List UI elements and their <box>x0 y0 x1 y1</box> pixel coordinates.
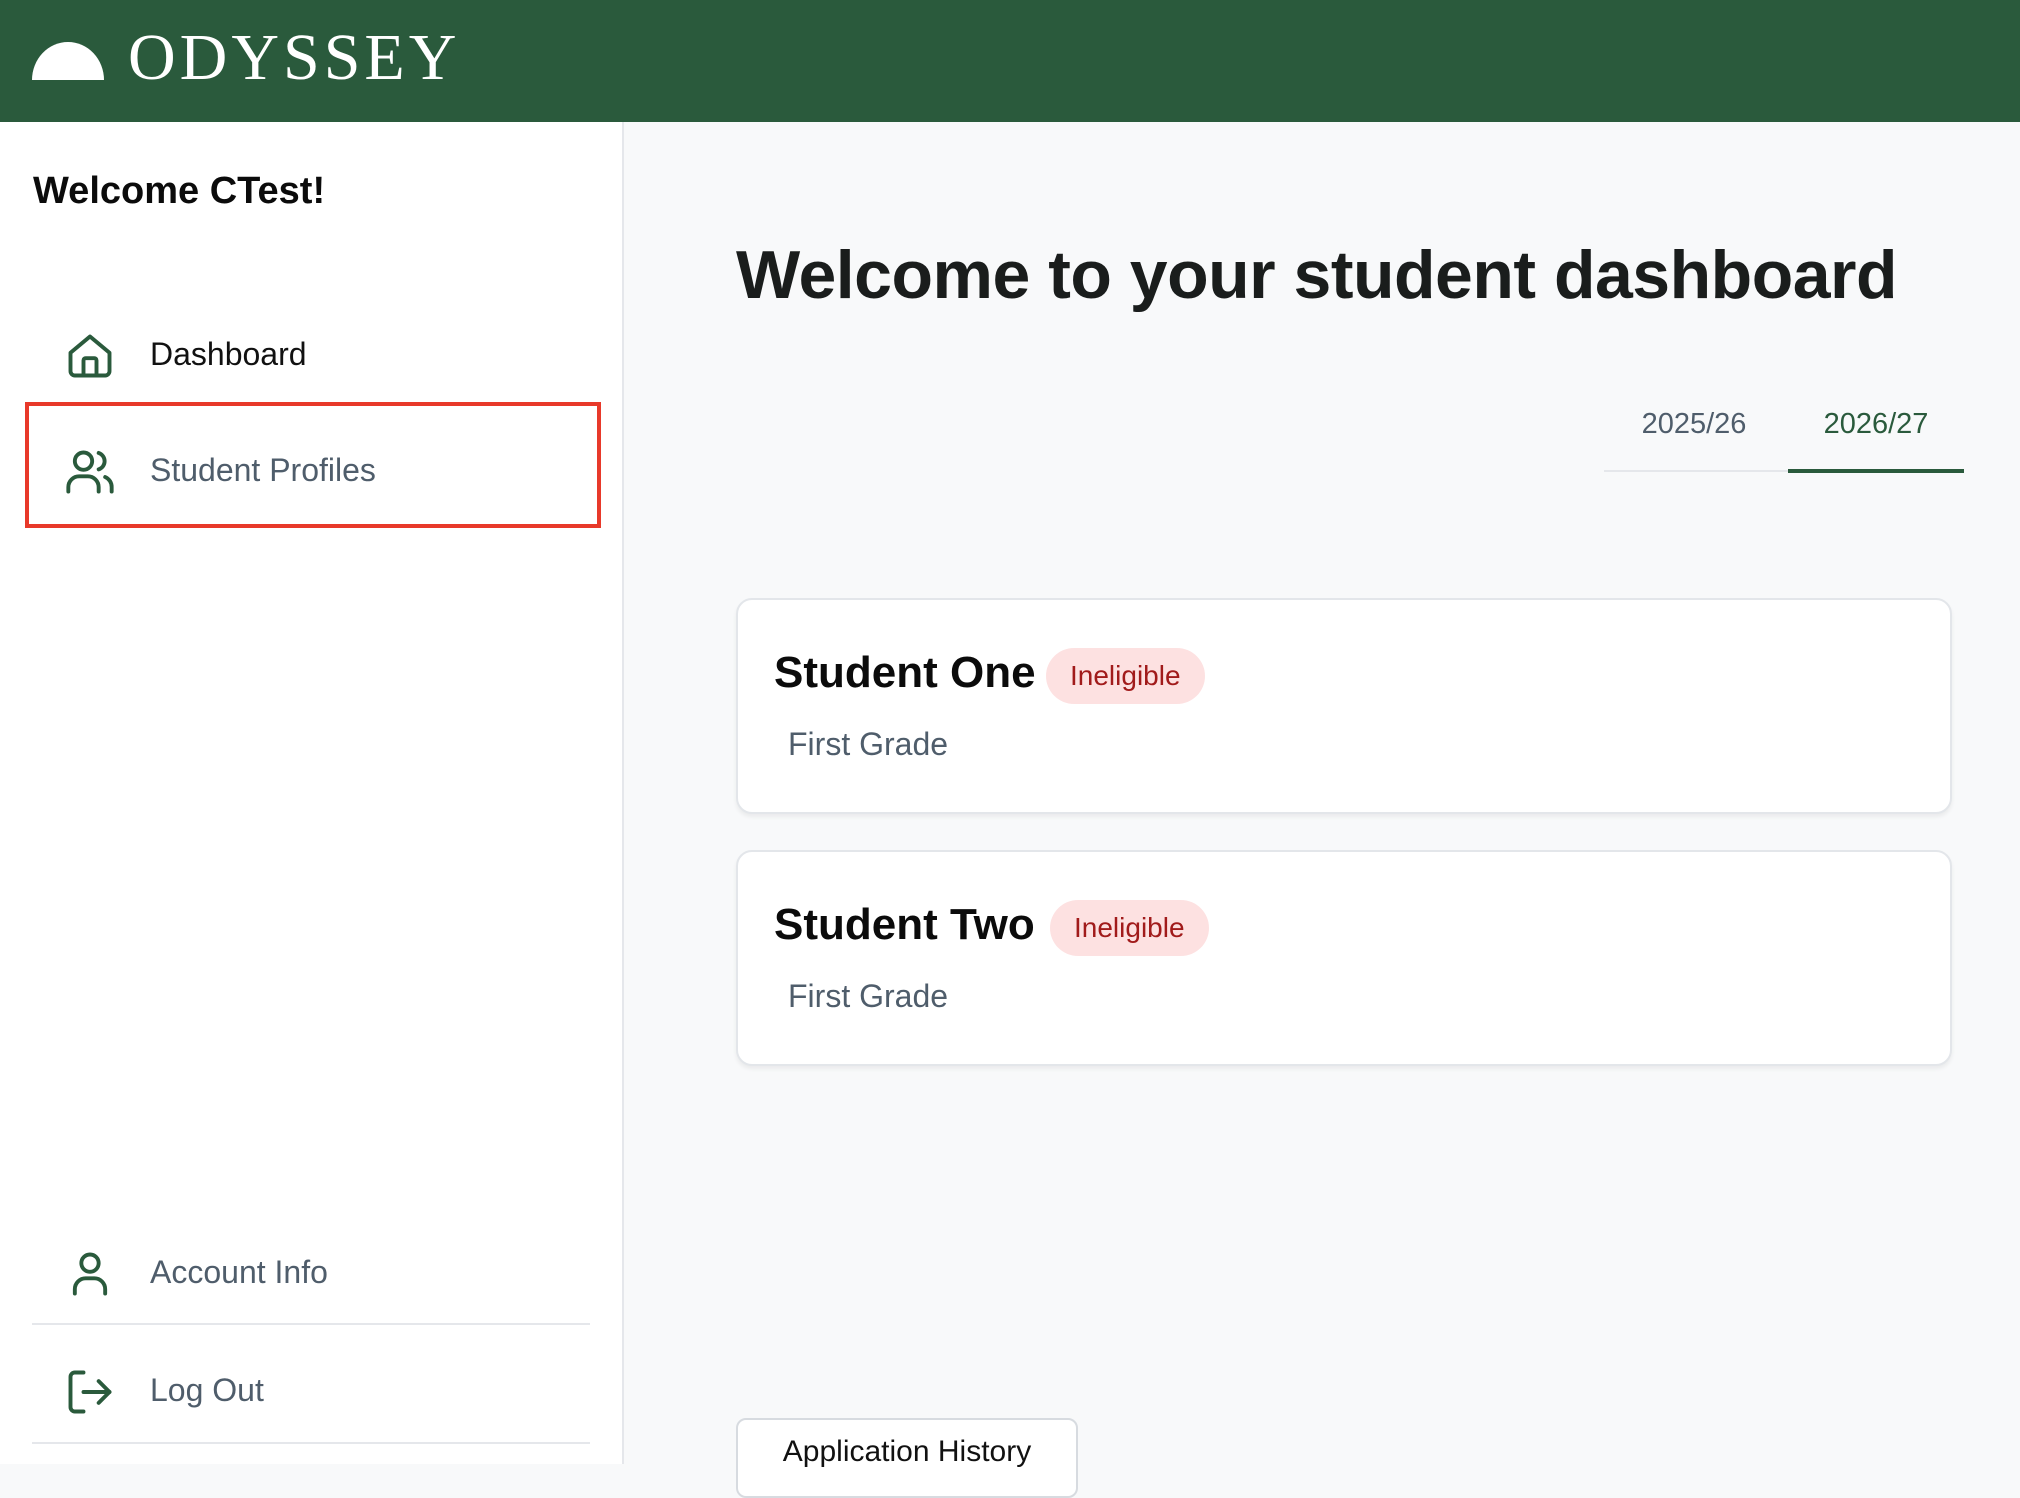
highlight-annotation-box <box>25 402 601 528</box>
home-icon <box>68 334 112 378</box>
student-name: Student One <box>774 648 1036 697</box>
tab-2025-26[interactable]: 2025/26 <box>1604 404 1784 468</box>
sidebar-item-label: Account Info <box>150 1254 328 1290</box>
status-badge: Ineligible <box>1050 900 1209 956</box>
active-tab-indicator <box>1788 469 1964 473</box>
tab-2026-27[interactable]: 2026/27 <box>1788 404 1964 468</box>
divider <box>32 1323 590 1325</box>
student-card[interactable]: Student Two Ineligible First Grade <box>736 850 1952 1066</box>
sidebar-item-label: Log Out <box>150 1372 264 1408</box>
user-icon <box>72 1252 108 1296</box>
sidebar-item-account-info[interactable]: Account Info <box>32 1214 592 1326</box>
welcome-message: Welcome CTest! <box>33 170 326 212</box>
brand-logo-text[interactable]: ODYSSEY <box>128 22 460 94</box>
student-grade: First Grade <box>788 726 949 762</box>
logo-dome-icon <box>32 42 104 80</box>
student-card[interactable]: Student One Ineligible First Grade <box>736 598 1952 814</box>
school-year-tabs: 2025/26 2026/27 <box>1604 396 1964 473</box>
student-grade: First Grade <box>788 978 949 1014</box>
logout-icon <box>68 1370 112 1414</box>
status-badge: Ineligible <box>1046 648 1205 704</box>
sidebar-item-dashboard[interactable]: Dashboard <box>32 296 592 408</box>
student-name: Student Two <box>774 900 1035 949</box>
application-history-button[interactable]: Application History <box>736 1418 1078 1498</box>
top-bar: ODYSSEY <box>0 0 2020 122</box>
page-title: Welcome to your student dashboard <box>736 237 1898 313</box>
sidebar: Welcome CTest! Dashboard Student Profile… <box>0 122 624 1464</box>
divider <box>32 1442 590 1444</box>
sidebar-item-label: Dashboard <box>150 336 307 372</box>
sidebar-item-log-out[interactable]: Log Out <box>32 1332 592 1444</box>
